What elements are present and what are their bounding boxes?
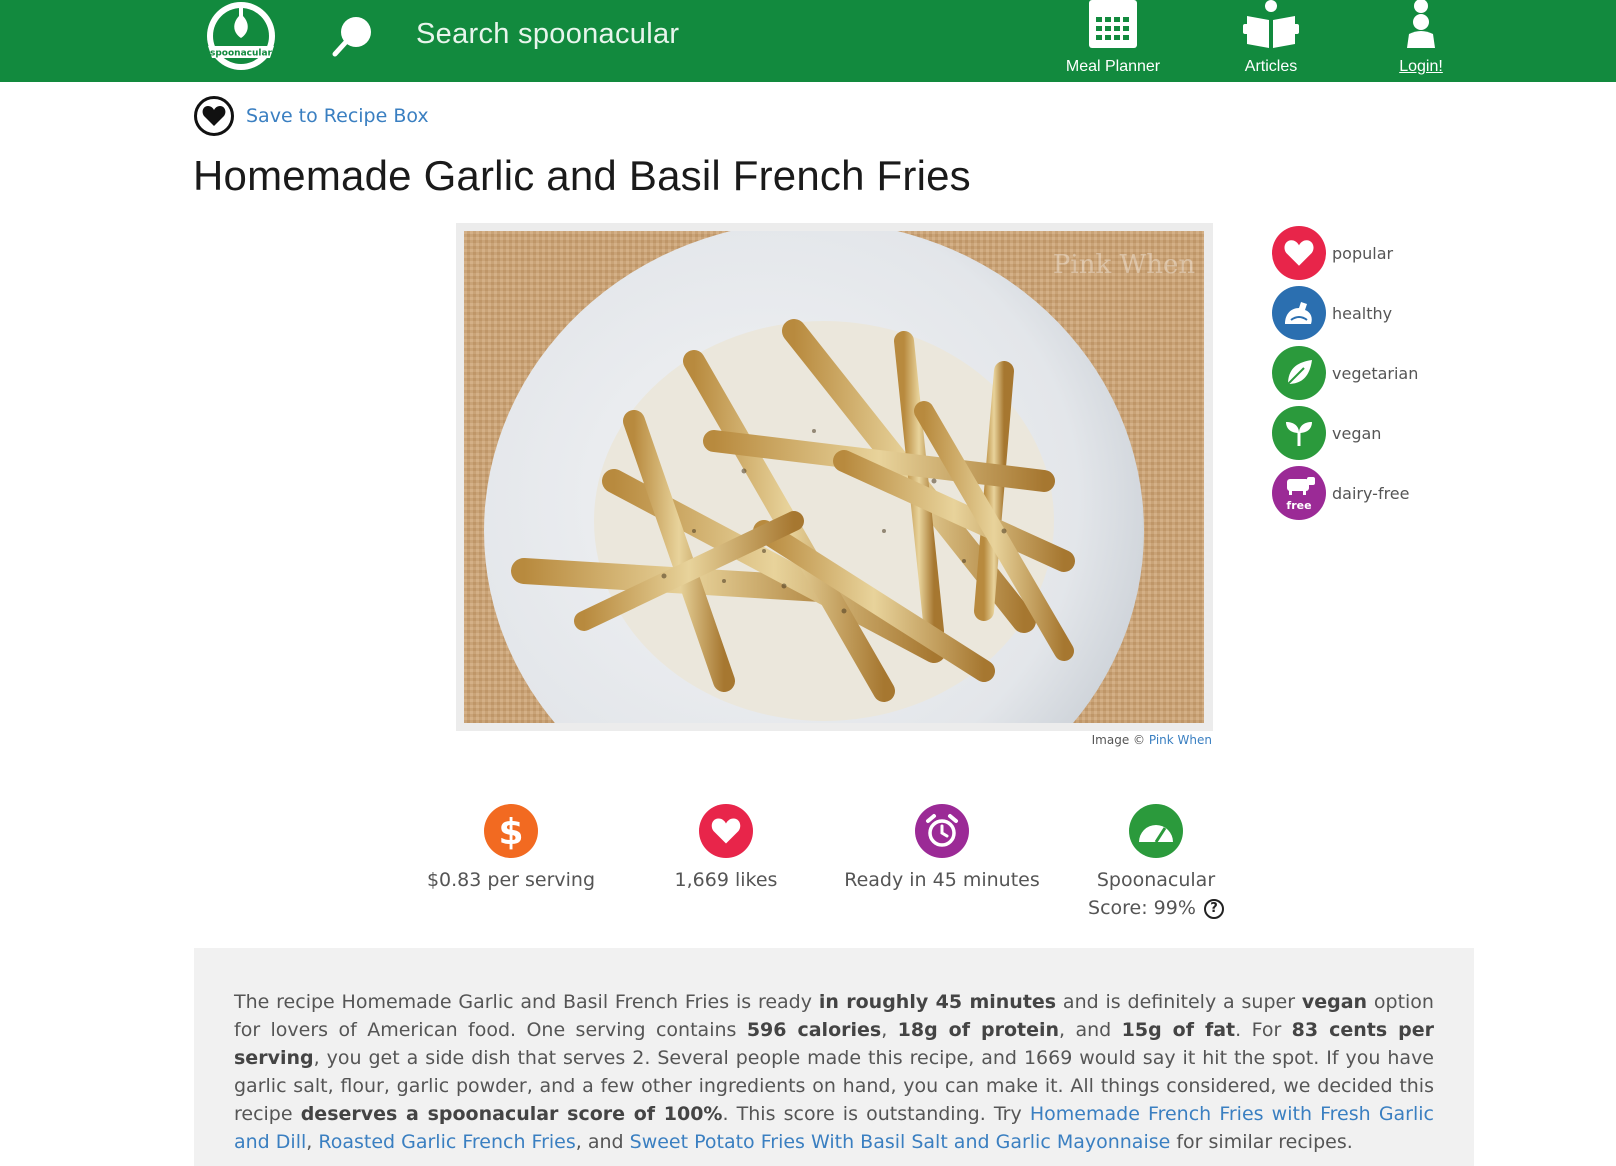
price-per-serving: $0.83 per serving [426, 869, 596, 891]
badge-label: popular [1332, 243, 1394, 263]
nav-meal-planner-label: Meal Planner [1065, 58, 1161, 75]
badge-popular[interactable]: popular [1272, 223, 1418, 283]
recipe-image[interactable]: Pink When [464, 231, 1204, 723]
nav-meal-planner[interactable]: Meal Planner [1058, 0, 1168, 82]
stat-spoonacular-score: Spoonacular Score: 99% ? [1076, 804, 1236, 922]
nav-articles[interactable]: Articles [1230, 0, 1312, 82]
nav-login-label: Login! [1399, 58, 1443, 75]
image-credit: Image © Pink When [1000, 733, 1212, 747]
similar-recipe-link-2[interactable]: Roasted Garlic French Fries [318, 1131, 575, 1153]
score-value: Score: 99% [1088, 897, 1196, 919]
muscle-icon [1272, 286, 1326, 340]
badge-dairy-free[interactable]: free dairy-free [1272, 463, 1418, 523]
badge-healthy[interactable]: healthy [1272, 283, 1418, 343]
badge-label: dairy-free [1332, 483, 1410, 503]
score-label: Spoonacular [1096, 869, 1216, 891]
image-credit-prefix: Image © [1091, 733, 1149, 747]
stat-likes: 1,669 likes [660, 804, 792, 894]
logo-text: spoonacular [210, 49, 273, 59]
badge-label: vegan [1332, 423, 1382, 443]
ready-in-minutes: Ready in 45 minutes [844, 869, 1040, 891]
search-input[interactable]: Search spoonacular [416, 18, 679, 51]
image-watermark: Pink When [1053, 250, 1195, 280]
recipe-image-frame: Pink When [456, 223, 1213, 731]
diet-badges: popular healthy vegetarian vegan free da… [1272, 223, 1418, 523]
book-reader-icon [1243, 0, 1299, 48]
heart-icon [699, 804, 753, 858]
dairy-free-sub-label: free [1286, 499, 1311, 512]
search-icon[interactable] [330, 12, 378, 60]
leaf-icon [1272, 346, 1326, 400]
stat-price: $ $0.83 per serving [420, 804, 602, 894]
recipe-summary: The recipe Homemade Garlic and Basil Fre… [234, 991, 1434, 1153]
nav-articles-label: Articles [1244, 58, 1298, 75]
spoonacular-logo[interactable]: spoonacular [200, 0, 282, 72]
image-credit-link[interactable]: Pink When [1149, 733, 1212, 747]
similar-recipe-link-3[interactable]: Sweet Potato Fries With Basil Salt and G… [630, 1131, 1171, 1153]
nav-login[interactable]: Login! [1380, 0, 1462, 82]
help-icon[interactable]: ? [1203, 899, 1224, 919]
heart-icon [1272, 226, 1326, 280]
badge-vegetarian[interactable]: vegetarian [1272, 343, 1418, 403]
likes-count: 1,669 likes [674, 869, 778, 891]
recipe-summary-box: The recipe Homemade Garlic and Basil Fre… [194, 948, 1474, 1166]
score-value-row: Score: 99% ? [1076, 894, 1236, 922]
recipe-title: Homemade Garlic and Basil French Fries [193, 152, 971, 199]
calendar-icon [1089, 0, 1137, 48]
top-navigation-bar: spoonacular Search spoonacular Meal Plan… [0, 0, 1616, 82]
badge-label: vegetarian [1332, 363, 1419, 383]
save-to-recipe-box-link[interactable]: Save to Recipe Box [246, 105, 429, 127]
sprout-icon [1272, 406, 1326, 460]
gauge-icon [1129, 804, 1183, 858]
badge-vegan[interactable]: vegan [1272, 403, 1418, 463]
badge-label: healthy [1332, 303, 1393, 323]
svg-text:$: $ [498, 812, 523, 851]
alarm-clock-icon [915, 804, 969, 858]
stat-ready-time: Ready in 45 minutes [840, 804, 1044, 894]
cow-icon: free [1272, 466, 1326, 520]
dollar-icon: $ [484, 804, 538, 858]
save-to-recipe-box[interactable]: Save to Recipe Box [194, 96, 429, 136]
chef-user-icon [1407, 0, 1435, 48]
heart-icon [194, 96, 234, 136]
